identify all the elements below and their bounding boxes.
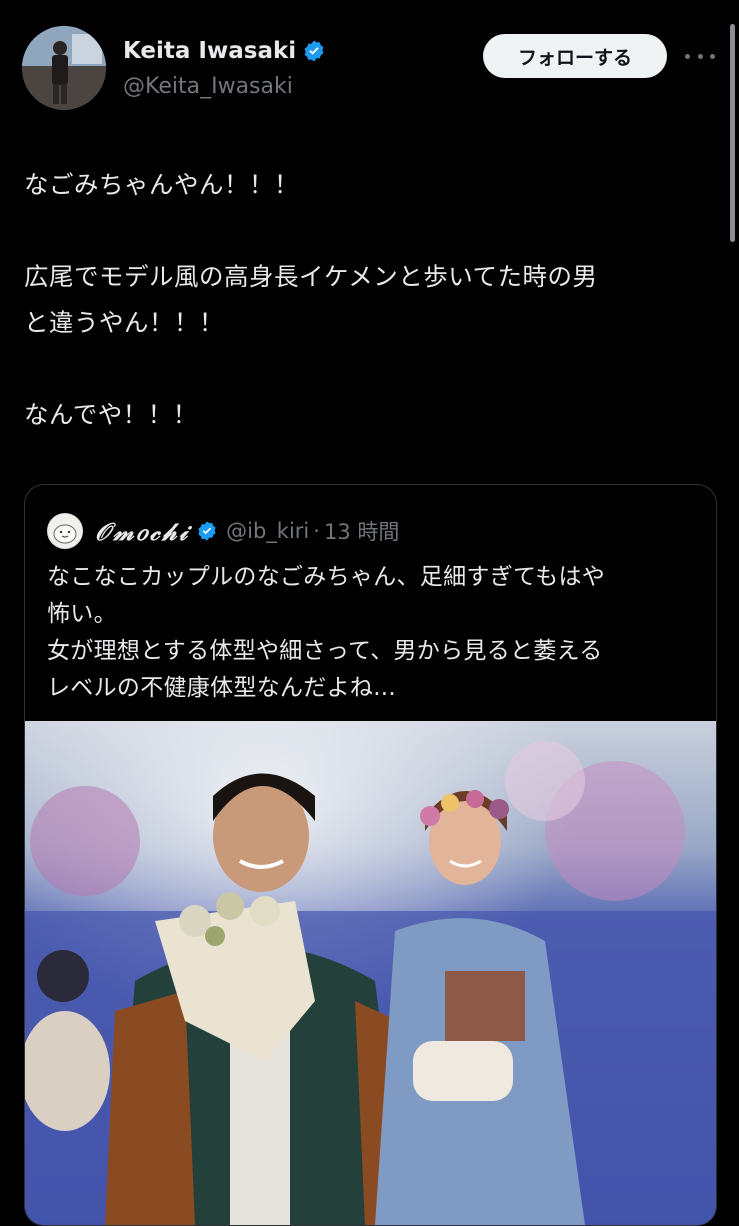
scrollbar[interactable] <box>730 24 735 242</box>
verified-badge-icon <box>304 40 324 62</box>
avatar-photo <box>22 26 106 110</box>
quoted-avatar <box>47 513 83 549</box>
quoted-tweet-text: なこなこカップルのなごみちゃん、足細すぎてもはや 怖い。 女が理想とする体型や細… <box>47 559 697 707</box>
mochi-avatar-icon <box>53 524 77 544</box>
avatar[interactable] <box>22 26 106 110</box>
quoted-tweet-photo[interactable] <box>25 721 716 1225</box>
quoted-line: 女が理想とする体型や細さって、男から見ると萎える <box>47 638 603 664</box>
tweet-line: なんでや！！！ <box>24 400 198 429</box>
tweet-line: 広尾でモデル風の高身長イケメンと歩いてた時の男 <box>24 262 598 291</box>
dot-separator: · <box>313 519 320 543</box>
quoted-timestamp: 13 時間 <box>323 520 400 544</box>
quoted-line: レベルの不健康体型なんだよね... <box>47 675 397 701</box>
tweet-line: と違うやん！！！ <box>24 308 224 337</box>
author-handle[interactable]: @Keita_Iwasaki <box>123 74 293 99</box>
quoted-tweet[interactable]: 𝒪𝓂𝑜𝒸𝒽𝒾 @ib_kiri · 13 時間 なこなこカップルのなごみちゃん、… <box>24 484 717 1226</box>
quoted-line: なこなこカップルのなごみちゃん、足細すぎてもはや <box>47 564 606 590</box>
author-name[interactable]: Keita Iwasaki <box>123 38 296 64</box>
quoted-tweet-header: 𝒪𝓂𝑜𝒸𝒽𝒾 @ib_kiri · 13 時間 <box>47 513 399 549</box>
couple-runway-photo <box>25 721 716 1225</box>
tweet-text: なごみちゃんやん！！！ 広尾でモデル風の高身長イケメンと歩いてた時の男 と違うや… <box>24 162 724 438</box>
tweet-line: なごみちゃんやん！！！ <box>24 170 299 199</box>
quoted-author-handle: @ib_kiri <box>226 519 310 543</box>
quoted-line: 怖い。 <box>47 601 117 627</box>
more-options-icon[interactable] <box>685 46 715 66</box>
tweet-header: Keita Iwasaki @Keita_Iwasaki フォローする <box>22 26 715 112</box>
verified-badge-icon <box>198 521 216 541</box>
follow-button[interactable]: フォローする <box>483 34 667 78</box>
quoted-author-name: 𝒪𝓂𝑜𝒸𝒽𝒾 <box>95 516 191 546</box>
